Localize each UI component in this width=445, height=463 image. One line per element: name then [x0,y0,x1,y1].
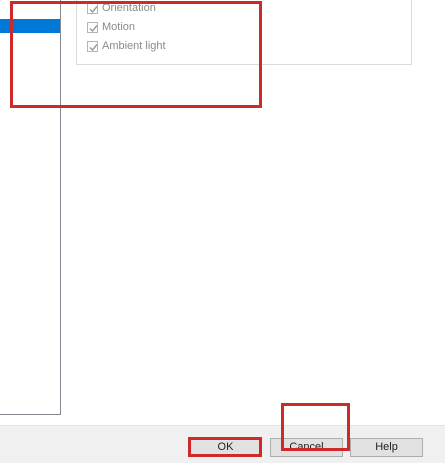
check-icon [89,43,98,51]
motion-checkbox[interactable] [87,21,98,33]
checkbox-row-motion[interactable]: Motion [87,19,135,35]
ambient-light-checkbox[interactable] [87,40,98,52]
checkbox-row-ambient-light[interactable]: Ambient light [87,38,166,54]
check-icon [89,24,98,32]
check-icon [89,5,98,13]
checkbox-row-orientation[interactable]: Orientation [87,0,156,16]
ambient-light-label: Ambient light [102,40,166,52]
cancel-button[interactable]: Cancel [270,438,343,457]
orientation-label: Orientation [102,2,156,14]
category-list-selected-item[interactable] [0,19,60,33]
help-button[interactable]: Help [350,438,423,457]
category-list[interactable] [0,0,61,415]
orientation-checkbox[interactable] [87,2,98,14]
motion-label: Motion [102,21,136,33]
ok-button[interactable]: OK [189,438,262,457]
